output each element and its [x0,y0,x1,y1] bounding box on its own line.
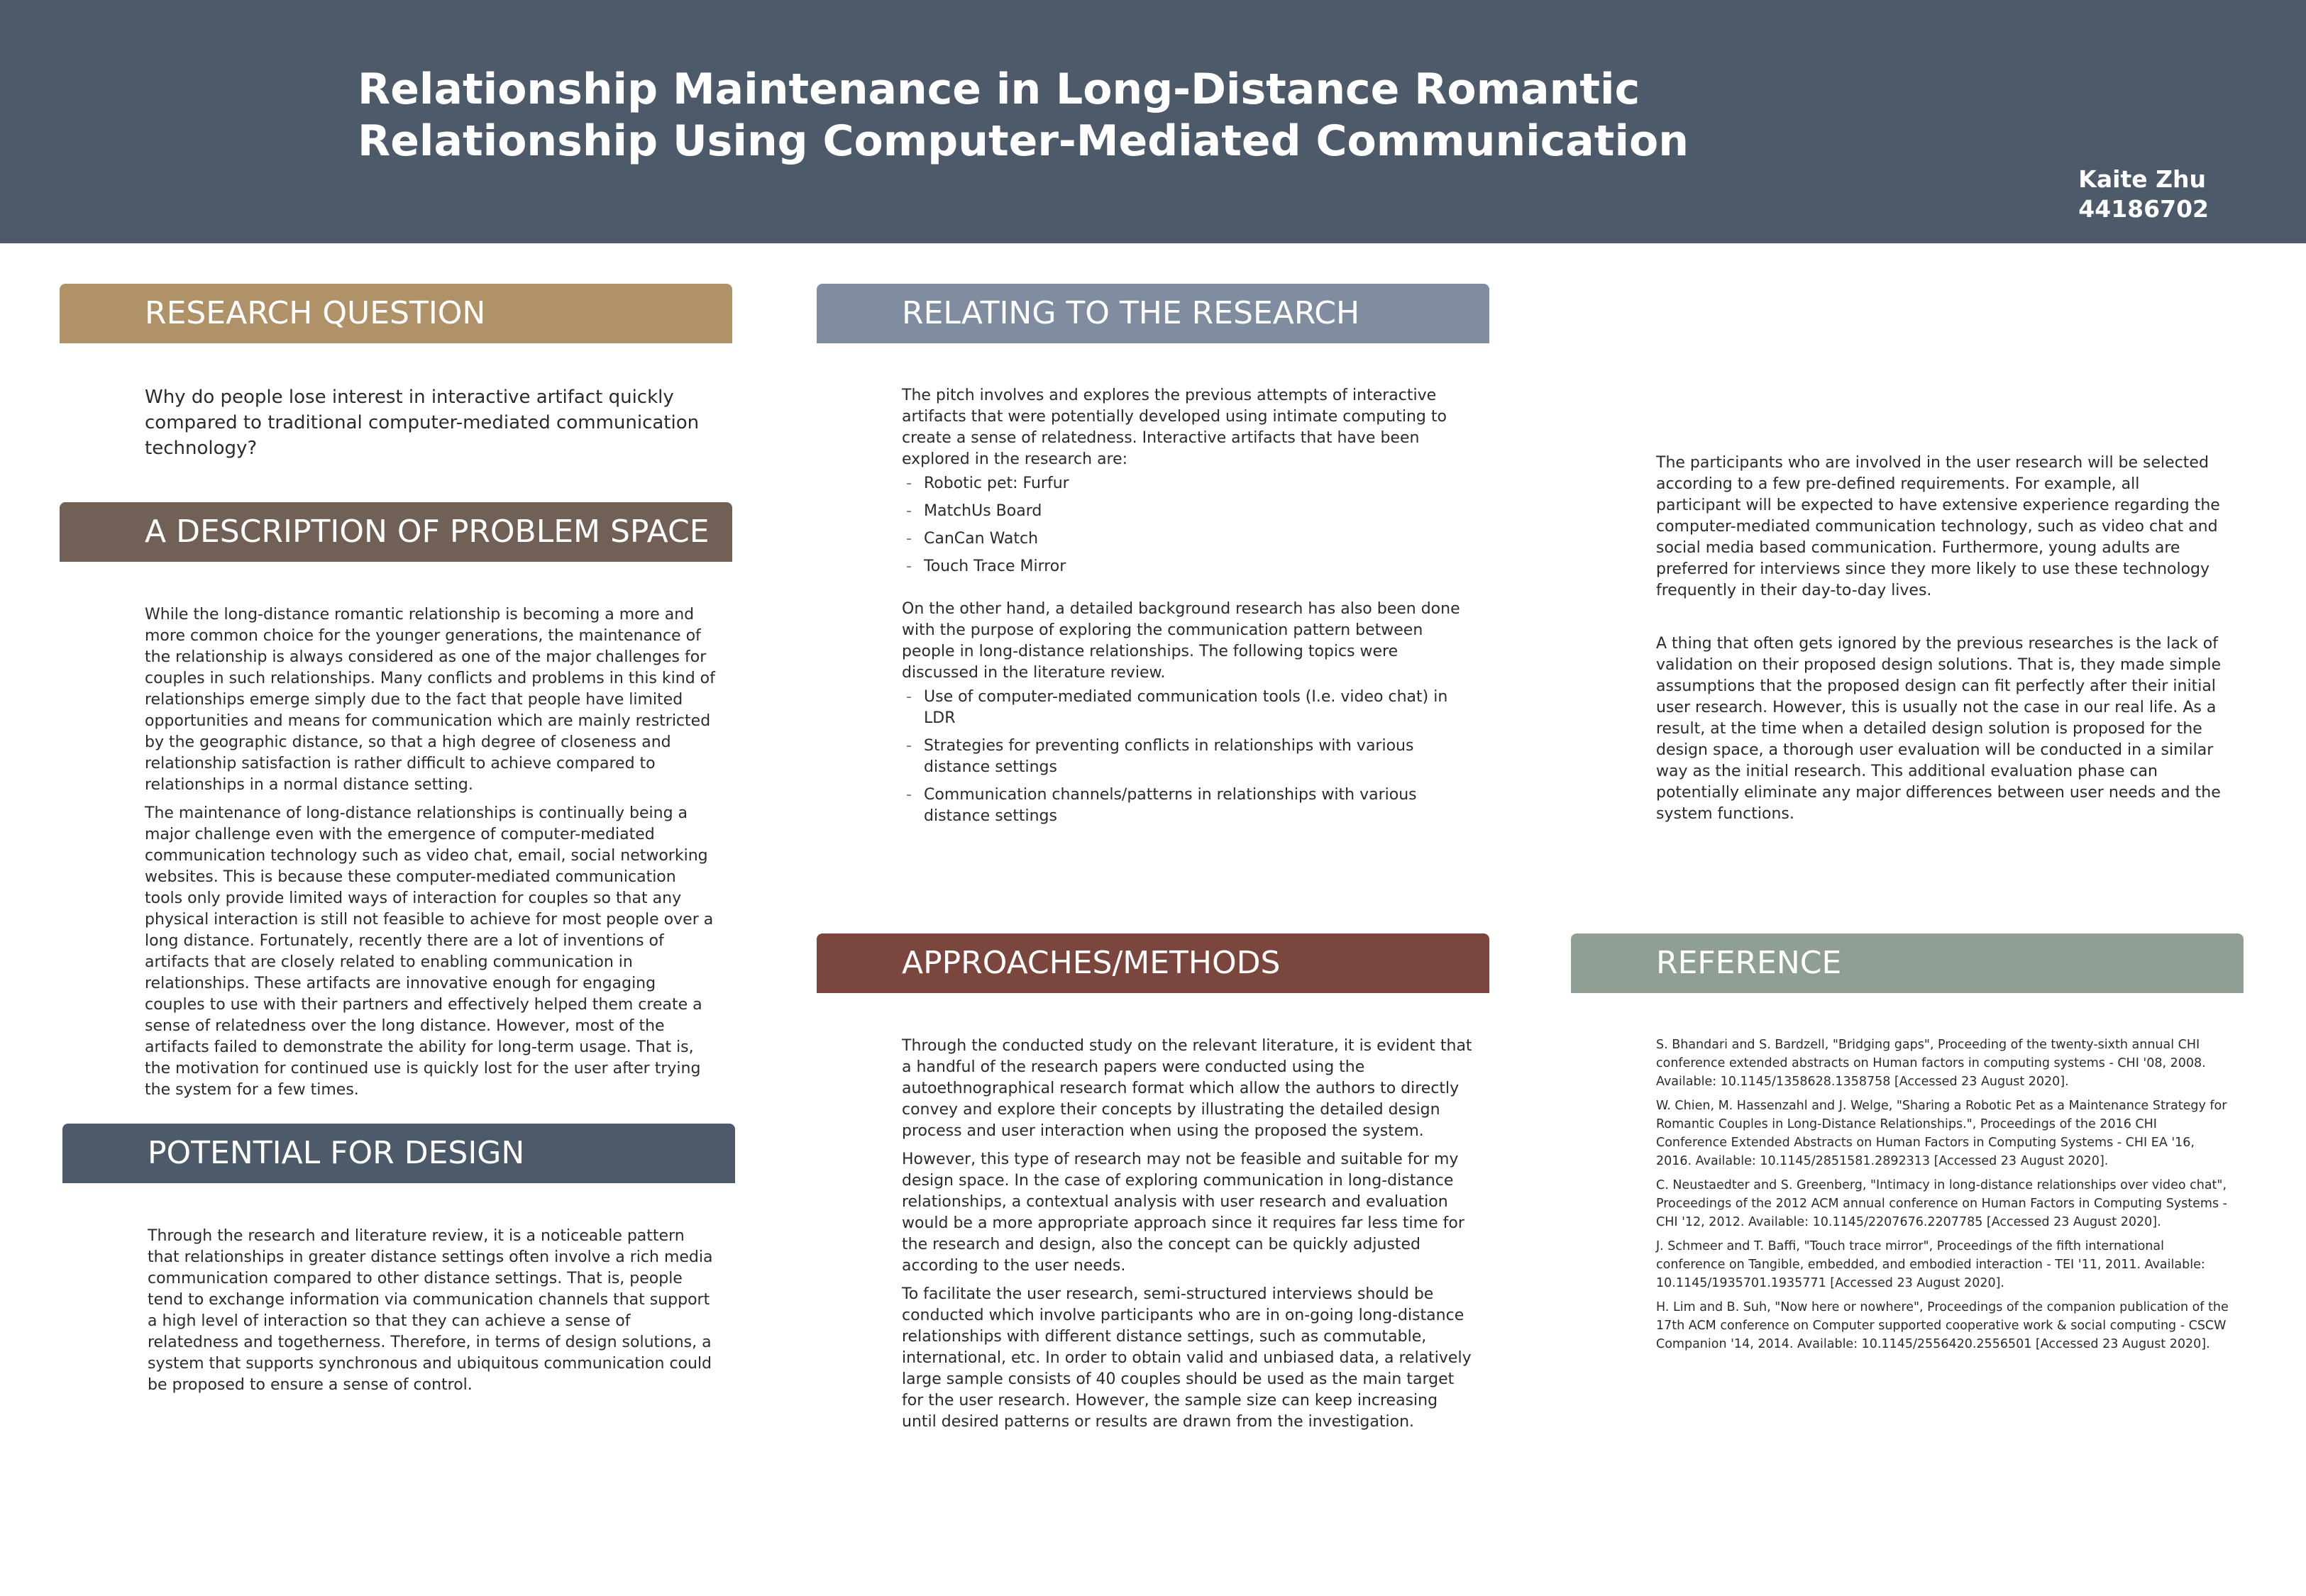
author-block: Kaite Zhu 44186702 [2078,165,2209,224]
reference-item: H. Lim and B. Suh, "Now here or nowhere"… [1656,1300,2229,1351]
section-header-relating-research: RELATING TO THE RESEARCH [817,284,1489,343]
author-name: Kaite Zhu [2078,165,2207,193]
list-item: Strategies for preventing conflicts in r… [902,736,1477,778]
list-item: Use of computer-mediated communication t… [902,687,1477,729]
approaches-paragraph: To facilitate the user research, semi-st… [902,1285,1472,1431]
problem-space-body: While the long-distance romantic relatio… [145,604,718,1108]
list-item: Robotic pet: Furfur [902,473,1477,494]
section-header-approaches: APPROACHES/METHODS [817,933,1489,993]
artifact-list: Robotic pet: Furfur MatchUs Board CanCan… [902,473,1477,577]
right-column-paragraph: The participants who are involved in the… [1656,454,2220,599]
list-item: MatchUs Board [902,501,1477,522]
approaches-paragraph: However, this type of research may not b… [902,1151,1464,1275]
poster-title: Relationship Maintenance in Long-Distanc… [358,65,1689,166]
right-column-paragraph: A thing that often gets ignored by the p… [1656,635,2222,823]
problem-space-paragraph: The maintenance of long-distance relatio… [145,804,714,1099]
problem-space-paragraph: While the long-distance romantic relatio… [145,606,715,794]
section-header-problem-space: A DESCRIPTION OF PROBLEM SPACE [60,502,732,562]
research-question-text: Why do people lose interest in interacti… [145,387,700,459]
approaches-body: Through the conducted study on the relev… [902,1036,1477,1440]
topic-list: Use of computer-mediated communication t… [902,687,1477,827]
reference-item: S. Bhandari and S. Bardzell, "Bridging g… [1656,1038,2206,1089]
approaches-paragraph: Through the conducted study on the relev… [902,1037,1472,1140]
potential-design-body: Through the research and literature revi… [148,1226,719,1403]
section-header-reference: REFERENCE [1571,933,2244,993]
reference-list: S. Bhandari and S. Bardzell, "Bridging g… [1656,1036,2231,1359]
section-header-potential-design: POTENTIAL FOR DESIGN [62,1124,735,1183]
potential-design-paragraph: Through the research and literature revi… [148,1227,713,1394]
list-item: Communication channels/patterns in relat… [902,785,1477,827]
reference-item: C. Neustaedter and S. Greenberg, "Intima… [1656,1178,2227,1229]
right-column-body: The participants who are involved in the… [1656,453,2224,832]
poster-header: Relationship Maintenance in Long-Distanc… [0,0,2306,243]
reference-item: W. Chien, M. Hassenzahl and J. Welge, "S… [1656,1099,2227,1168]
author-student-id: 44186702 [2078,195,2209,223]
relating-research-intro: The pitch involves and explores the prev… [902,387,1447,468]
section-header-research-question: RESEARCH QUESTION [60,284,732,343]
relating-research-paragraph: On the other hand, a detailed background… [902,600,1460,682]
list-item: CanCan Watch [902,528,1477,550]
relating-research-body: The pitch involves and explores the prev… [902,385,1477,833]
reference-item: J. Schmeer and T. Baffi, "Touch trace mi… [1656,1239,2205,1290]
list-item: Touch Trace Mirror [902,556,1477,577]
